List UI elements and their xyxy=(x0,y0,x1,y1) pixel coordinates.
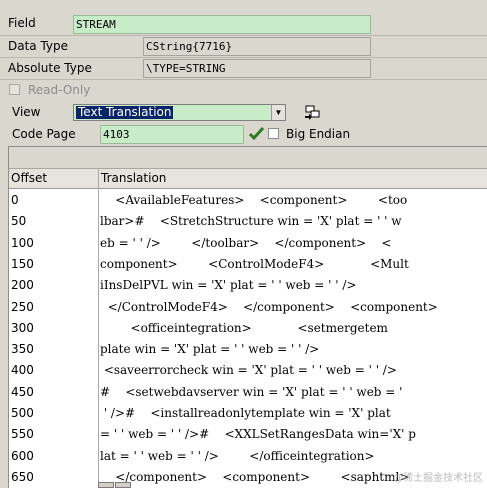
check-icon[interactable] xyxy=(248,126,265,142)
table-row[interactable]: 550 = ' ' web = ' ' /># <XXLSetRangesData… xyxy=(9,424,487,445)
offset-cell: 650 xyxy=(11,469,34,484)
view-label: View xyxy=(12,105,41,119)
grid-header: Offset Translation xyxy=(9,169,487,189)
offset-cell: 500 xyxy=(11,406,34,420)
offset-cell: 600 xyxy=(11,448,34,463)
table-row[interactable]: 50 lbar># <StretchStructure win = 'X' pla… xyxy=(9,211,487,232)
data-type-label: Data Type xyxy=(8,39,69,53)
scroll-right-button[interactable] xyxy=(115,482,131,488)
translation-cell: <officeintegration> <setmergetem xyxy=(100,320,388,335)
view-dropdown[interactable]: Text Translation ▼ xyxy=(73,104,286,121)
view-selected-value: Text Translation xyxy=(76,105,174,119)
code-page-input[interactable]: 4103 xyxy=(100,125,244,144)
table-row[interactable]: 400 <saveerrorcheck win = 'X' plat = ' '… xyxy=(9,360,487,381)
absolute-type-row: Absolute Type \TYPE=STRING xyxy=(0,58,487,80)
table-row[interactable]: 250 </ControlModeF4> </component> <compo… xyxy=(9,297,487,318)
table-row[interactable]: 0 <AvailableFeatures> <component> <too xyxy=(9,190,487,211)
absolute-type-value: \TYPE=STRING xyxy=(143,59,371,78)
translation-grid: Offset Translation 0 <AvailableFeatures>… xyxy=(8,146,487,488)
table-row[interactable]: 300 <officeintegration> <setmergetem xyxy=(9,318,487,339)
table-row[interactable]: 350 plate win = 'X' plat = ' ' web = ' ' … xyxy=(9,339,487,360)
data-type-value: CString{7716} xyxy=(143,37,371,56)
offset-column-header[interactable]: Offset xyxy=(11,171,47,185)
translation-cell: ' /># <installreadonlytemplate win = 'X'… xyxy=(100,406,391,420)
offset-cell: 200 xyxy=(11,278,34,293)
table-row[interactable]: 150 component> <ControlModeF4> <Mult xyxy=(9,254,487,275)
offset-cell: 450 xyxy=(11,384,34,399)
switch-view-icon[interactable] xyxy=(303,103,323,121)
absolute-type-label: Absolute Type xyxy=(8,61,92,75)
table-row[interactable]: 600 lat = ' ' web = ' ' /> </officeintegr… xyxy=(9,446,487,467)
field-row: Field STREAM xyxy=(0,13,487,35)
translation-cell: <saveerrorcheck win = 'X' plat = ' ' web… xyxy=(100,363,397,378)
field-label: Field xyxy=(8,16,36,30)
read-only-checkbox[interactable] xyxy=(9,84,20,95)
chevron-down-icon[interactable]: ▼ xyxy=(271,105,285,120)
translation-cell: iInsDelPVL win = 'X' plat = ' ' web = ' … xyxy=(100,278,357,293)
translation-cell: <AvailableFeatures> <component> <too xyxy=(100,193,408,207)
translation-cell: component> <ControlModeF4> <Mult xyxy=(100,256,409,271)
grid-toolbar xyxy=(9,147,487,169)
offset-cell: 250 xyxy=(11,299,34,314)
offset-cell: 550 xyxy=(11,427,34,442)
translation-cell: lbar># <StretchStructure win = 'X' plat … xyxy=(100,214,402,229)
read-only-label: Read-Only xyxy=(28,83,91,97)
translation-cell: = ' ' web = ' ' /># <XXLSetRangesData wi… xyxy=(100,427,416,442)
code-page-label: Code Page xyxy=(12,127,76,141)
table-row[interactable]: 100 eb = ' ' /> </toolbar> </component> < xyxy=(9,233,487,254)
offset-cell: 0 xyxy=(11,193,19,207)
data-type-row: Data Type CString{7716} xyxy=(0,36,487,58)
offset-cell: 300 xyxy=(11,320,34,335)
translation-cell: # <setwebdavserver win = 'X' plat = ' ' … xyxy=(100,384,403,399)
big-endian-checkbox[interactable] xyxy=(268,128,279,139)
translation-cell: eb = ' ' /> </toolbar> </component> < xyxy=(100,235,392,250)
field-name-value[interactable]: STREAM xyxy=(73,15,371,34)
table-row[interactable]: 200 iInsDelPVL win = 'X' plat = ' ' web =… xyxy=(9,275,487,296)
table-row[interactable]: 500 ' /># <installreadonlytemplate win =… xyxy=(9,403,487,424)
translation-cell: plate win = 'X' plat = ' ' web = ' ' /> xyxy=(100,342,320,357)
offset-cell: 350 xyxy=(11,342,34,357)
table-row[interactable]: 450 # <setwebdavserver win = 'X' plat = '… xyxy=(9,382,487,403)
offset-cell: 150 xyxy=(11,256,34,271)
offset-cell: 50 xyxy=(11,214,27,229)
watermark: @稀土掘金技术社区 xyxy=(393,473,483,484)
offset-cell: 400 xyxy=(11,363,34,378)
big-endian-label: Big Endian xyxy=(286,127,351,141)
offset-cell: 100 xyxy=(11,235,34,250)
translation-column-header[interactable]: Translation xyxy=(101,171,166,185)
scroll-left-button[interactable] xyxy=(98,482,114,488)
translation-cell: lat = ' ' web = ' ' /> </officeintegrati… xyxy=(100,448,375,463)
translation-cell: </ControlModeF4> </component> <component… xyxy=(100,299,438,314)
